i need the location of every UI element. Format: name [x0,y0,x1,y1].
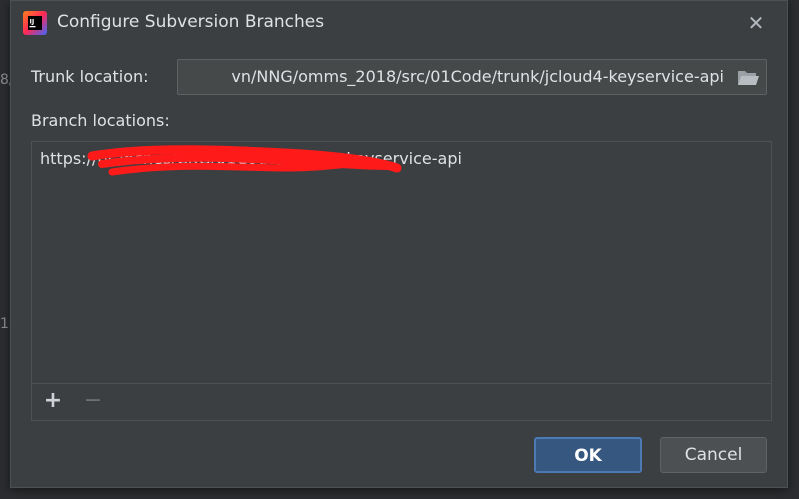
branch-locations-label: Branch locations: [31,111,170,130]
trunk-location-value[interactable]: vn/NNG/omms_2018/src/01Code/trunk/jcloud… [231,67,724,86]
configure-branches-dialog: IJ Configure Subversion Branches ✕ Trunk… [10,0,788,488]
intellij-idea-icon: IJ [23,11,47,35]
close-icon[interactable]: ✕ [743,10,769,36]
redaction-scribble [87,145,402,176]
ok-button[interactable]: OK [534,437,642,473]
branch-locations-panel: https://branches/CKG/01Code/jcloud4-keys… [31,141,772,421]
branch-list-toolbar: + − [32,383,771,420]
dialog-titlebar: IJ Configure Subversion Branches ✕ [11,1,787,45]
add-branch-button[interactable]: + [40,388,66,414]
cancel-button[interactable]: Cancel [660,437,767,473]
svg-text:IJ: IJ [30,18,35,26]
branch-list[interactable]: https://branches/CKG/01Code/jcloud4-keys… [32,142,771,382]
folder-open-icon[interactable] [736,66,760,88]
trunk-location-label: Trunk location: [31,67,149,86]
remove-branch-button[interactable]: − [80,388,106,414]
trunk-location-field[interactable]: vn/NNG/omms_2018/src/01Code/trunk/jcloud… [177,59,767,95]
dialog-title: Configure Subversion Branches [57,12,325,32]
